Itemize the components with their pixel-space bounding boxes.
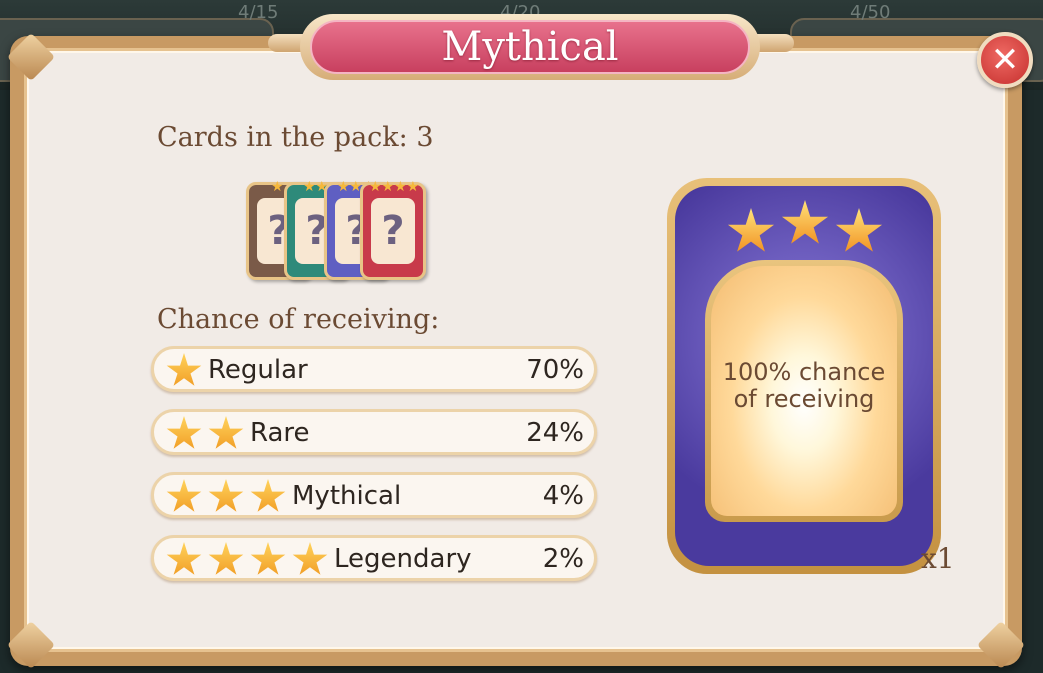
chance-line: 100% chance — [722, 358, 886, 386]
bg-tab-count: 4/15 — [238, 2, 279, 23]
star-icon — [292, 542, 328, 575]
chance-line: of receiving — [733, 385, 875, 413]
star-icon — [208, 542, 244, 575]
rarity-row-regular: Regular 70% — [151, 346, 597, 392]
star-icon — [166, 542, 202, 575]
rarity-percent: 2% — [542, 544, 584, 574]
rarity-stars — [166, 416, 244, 450]
rarity-row-legendary: Legendary 2% — [151, 535, 597, 581]
rarity-name: Legendary — [334, 544, 472, 574]
card-glow: 100% chance of receiving — [711, 266, 897, 516]
card-window: 100% chance of receiving — [705, 260, 903, 522]
question-mark-icon: ? — [371, 198, 415, 264]
chance-label: Chance of receiving: — [157, 304, 440, 335]
rarity-percent: 24% — [526, 418, 584, 448]
star-icon — [727, 208, 775, 252]
rarity-name: Rare — [250, 418, 310, 448]
star-icon — [781, 200, 829, 244]
dialog-title: Mythical — [310, 20, 750, 74]
rarity-stars — [166, 542, 328, 576]
star-icon — [166, 416, 202, 449]
close-icon: ✕ — [990, 40, 1020, 80]
rarity-stars — [166, 479, 286, 513]
star-icon — [208, 479, 244, 512]
star-icon — [250, 542, 286, 575]
star-icon — [250, 479, 286, 512]
rarity-row-rare: Rare 24% — [151, 409, 597, 455]
rarity-name: Regular — [208, 355, 308, 385]
card-back-legendary: ? ★★★★ — [360, 179, 426, 280]
guaranteed-chance-text: 100% chance of receiving — [723, 359, 886, 413]
rarity-row-mythical: Mythical 4% — [151, 472, 597, 518]
star-icon — [835, 208, 883, 252]
rarity-percent: 70% — [526, 355, 584, 385]
star-icon: ★★★★ — [369, 179, 420, 195]
cards-in-pack-label: Cards in the pack: 3 — [157, 122, 434, 153]
rarity-stars — [166, 353, 202, 387]
title-banner: Mythical — [268, 10, 794, 80]
card-stars — [727, 200, 883, 256]
rarity-name: Mythical — [292, 481, 402, 511]
rarity-percent: 4% — [542, 481, 584, 511]
star-icon — [208, 416, 244, 449]
close-button[interactable]: ✕ — [977, 32, 1033, 88]
card-quantity: x1 — [921, 542, 955, 575]
star-icon — [166, 353, 202, 386]
star-icon — [166, 479, 202, 512]
pack-cards-illustration: ? ★ ? ★★ ? ★★★ ? ★★★★ — [246, 170, 446, 290]
bg-tab-count: 4/50 — [850, 2, 891, 23]
guaranteed-card[interactable]: 100% chance of receiving — [667, 178, 941, 574]
star-icon: ★ — [271, 179, 284, 195]
